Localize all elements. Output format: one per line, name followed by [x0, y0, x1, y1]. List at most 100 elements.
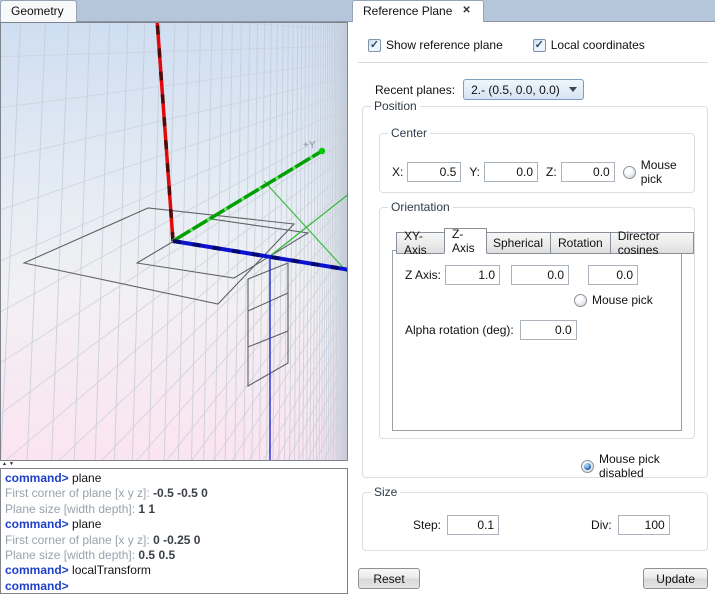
recent-planes-row: Recent planes: 2.- (0.5, 0.0, 0.0) [350, 79, 715, 100]
application-window: Geometry [0, 0, 715, 594]
center-group: Center X: Y: Z: Mouse pick [379, 133, 695, 193]
console-prompt: command> [5, 471, 69, 485]
console-line: First corner of plane [x y z]: -0.5 -0.5… [5, 486, 343, 501]
console-prompt: command> [5, 517, 69, 531]
console-command: localTransform [69, 563, 151, 577]
div-label: Div: [591, 518, 612, 532]
center-z-input[interactable] [561, 162, 615, 182]
console-value: -0.5 -0.5 0 [153, 486, 208, 500]
center-y-label: Y: [469, 165, 480, 179]
position-group: Position Center X: Y: Z: Mouse pick [362, 106, 708, 478]
mouse-pick-disabled-row: Mouse pick disabled [581, 452, 707, 480]
center-x-label: X: [392, 165, 403, 179]
recent-planes-value: 2.- (0.5, 0.0, 0.0) [471, 83, 560, 97]
alpha-rotation-input[interactable] [520, 320, 577, 340]
size-group: Size Step: Div: [362, 492, 708, 551]
splitter-down-icon[interactable]: ▼ [9, 462, 14, 467]
console-prompt-text: First corner of plane [x y z]: [5, 533, 153, 547]
console-command: plane [69, 517, 102, 531]
orientation-group: Orientation XY-Axis Z-Axis Spherical Rot… [379, 207, 695, 439]
radio-icon [623, 166, 636, 179]
viewport-scene: +Y [1, 23, 347, 460]
console-line: Plane size [width depth]: 0.5 0.5 [5, 548, 343, 563]
center-mouse-pick-label: Mouse pick [641, 158, 694, 186]
step-label: Step: [413, 518, 441, 532]
reset-button[interactable]: Reset [358, 568, 420, 589]
separator [358, 62, 708, 63]
radio-icon [574, 294, 587, 307]
update-button[interactable]: Update [643, 568, 708, 589]
left-tabstrip: Geometry [0, 0, 350, 22]
z-axis-x-input[interactable] [445, 265, 500, 285]
recent-planes-dropdown[interactable]: 2.- (0.5, 0.0, 0.0) [463, 79, 584, 100]
size-group-label: Size [371, 485, 400, 499]
checkbox-show-reference-plane-label: Show reference plane [386, 38, 503, 52]
checkbox-checked-icon: ✓ [533, 39, 546, 52]
console-command: plane [69, 471, 102, 485]
reference-plane-pane: Reference Plane ✕ ✓ Show reference plane… [350, 0, 715, 594]
tab-geometry[interactable]: Geometry [0, 0, 77, 22]
console-prompt-text: First corner of plane [x y z]: [5, 486, 153, 500]
console-line: command> plane [5, 517, 343, 532]
checkbox-show-reference-plane[interactable]: ✓ Show reference plane [368, 38, 503, 52]
tab-xy-axis[interactable]: XY-Axis [396, 232, 445, 254]
center-mouse-pick-radio[interactable]: Mouse pick [623, 158, 694, 186]
center-x-input[interactable] [407, 162, 461, 182]
close-icon[interactable]: ✕ [462, 6, 470, 16]
tab-reference-plane[interactable]: Reference Plane ✕ [352, 0, 484, 22]
tab-geometry-label: Geometry [11, 4, 64, 18]
center-group-label: Center [388, 126, 430, 140]
console-prompt-text: Plane size [width depth]: [5, 548, 138, 562]
orientation-tabs: XY-Axis Z-Axis Spherical Rotation Direct… [396, 228, 694, 254]
alpha-rotation-row: Alpha rotation (deg): [405, 320, 681, 340]
z-axis-tab-panel: Z Axis: Mouse pick Alpha r [392, 250, 682, 431]
z-axis-mouse-pick-radio[interactable]: Mouse pick [574, 293, 653, 307]
tab-spherical[interactable]: Spherical [486, 232, 551, 254]
checkbox-row: ✓ Show reference plane ✓ Local coordinat… [350, 38, 715, 52]
z-axis-mouse-pick-row: Mouse pick [574, 293, 681, 307]
console-value: 0.5 0.5 [138, 548, 175, 562]
console-prompt: command> [5, 563, 69, 577]
z-axis-row: Z Axis: [405, 265, 681, 285]
console-line: Plane size [width depth]: 1 1 [5, 502, 343, 517]
viewport-console-splitter[interactable]: ▲ ▼ [0, 461, 350, 468]
y-axis-endpoint-dot [319, 148, 325, 154]
reference-plane-panel: ✓ Show reference plane ✓ Local coordinat… [350, 22, 715, 594]
console-line: command> localTransform [5, 563, 343, 578]
z-axis-z-input[interactable] [588, 265, 638, 285]
orientation-group-label: Orientation [388, 200, 453, 214]
position-group-label: Position [371, 99, 420, 113]
checkbox-checked-icon: ✓ [368, 39, 381, 52]
console-prompt-text: Plane size [width depth]: [5, 502, 138, 516]
tab-rotation[interactable]: Rotation [551, 232, 611, 254]
tab-z-axis[interactable]: Z-Axis [444, 228, 487, 254]
alpha-rotation-label: Alpha rotation (deg): [405, 323, 514, 337]
size-row: Step: Div: [413, 515, 707, 535]
console-prompt: command> [5, 579, 69, 593]
checkbox-local-coordinates-label: Local coordinates [551, 38, 645, 52]
z-axis-label: Z Axis: [405, 268, 441, 282]
z-axis-y-input[interactable] [511, 265, 569, 285]
tab-director-cosines[interactable]: Director cosines [611, 232, 694, 254]
checkbox-local-coordinates[interactable]: ✓ Local coordinates [533, 38, 645, 52]
center-y-input[interactable] [484, 162, 538, 182]
z-axis-mouse-pick-label: Mouse pick [592, 293, 653, 307]
chevron-down-icon [569, 87, 577, 92]
console-line: command> plane [5, 471, 343, 486]
radio-selected-icon [581, 460, 594, 473]
center-row: X: Y: Z: Mouse pick [392, 158, 694, 186]
recent-planes-label: Recent planes: [375, 83, 455, 97]
command-console[interactable]: command> plane First corner of plane [x … [0, 468, 348, 594]
console-line: First corner of plane [x y z]: 0 -0.25 0 [5, 533, 343, 548]
viewport-3d[interactable]: +Y [0, 22, 348, 461]
console-value: 0 -0.25 0 [153, 533, 200, 547]
mouse-pick-disabled-radio[interactable]: Mouse pick disabled [581, 452, 707, 480]
right-tabstrip: Reference Plane ✕ [350, 0, 715, 22]
console-line: command> [5, 579, 343, 594]
splitter-up-icon[interactable]: ▲ [2, 462, 7, 467]
y-axis-label: +Y [303, 140, 316, 151]
geometry-pane: Geometry [0, 0, 350, 594]
tab-reference-plane-label: Reference Plane [363, 4, 452, 18]
div-input[interactable] [618, 515, 670, 535]
step-input[interactable] [447, 515, 499, 535]
